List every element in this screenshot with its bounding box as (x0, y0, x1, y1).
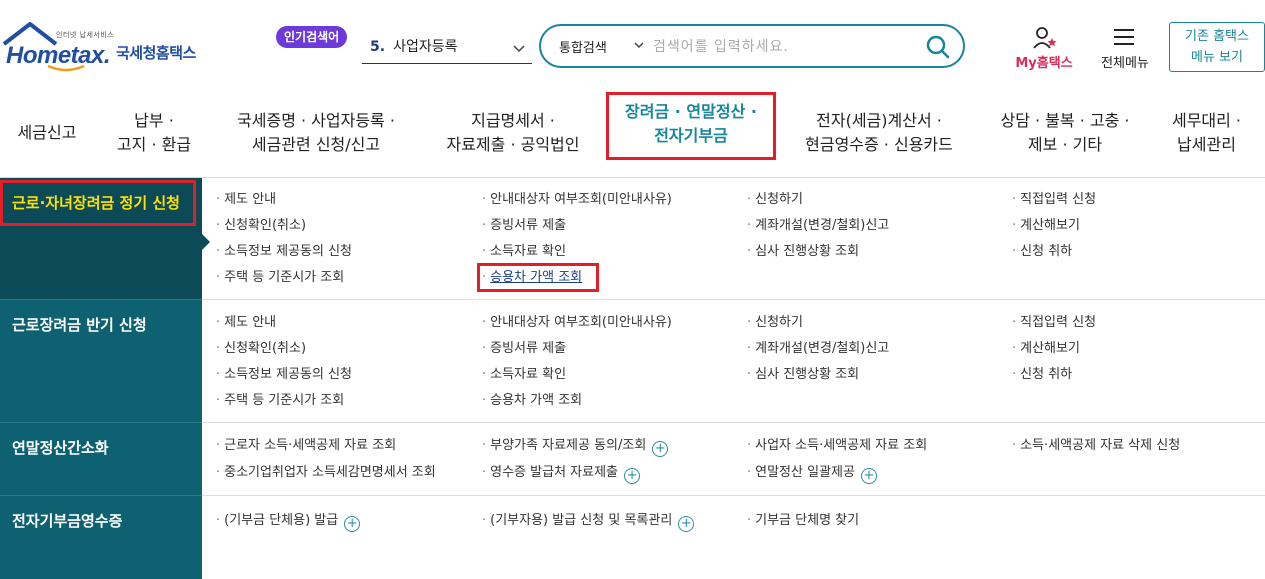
plus-circle-icon[interactable]: + (678, 516, 695, 532)
logo-tagline: 인터넷 납세서비스 (56, 31, 115, 39)
old-hometax-line1: 기존 홈택스 (1185, 29, 1249, 44)
header: 인터넷 납세서비스 Hometax. 국세청홈택스 인기검색어 5. 사업자등록 … (0, 0, 1265, 88)
menu-link[interactable]: · 부양가족 자료제공 동의/조회 + (482, 437, 669, 457)
menu-link[interactable]: · 신청 취하 (1012, 243, 1072, 261)
popular-term: 사업자등록 (393, 39, 458, 55)
plus-circle-icon[interactable]: + (344, 516, 361, 532)
my-hometax-label: My홈택스 (1015, 56, 1073, 71)
menu-link[interactable]: · 소득·세액공제 자료 삭제 신청 (1012, 437, 1180, 455)
gnb-tax-agent[interactable]: 세무대리 · 납세관리 (1148, 88, 1265, 178)
plus-circle-icon[interactable]: + (860, 468, 877, 484)
submenu-sidebar: 근로·자녀장려금 정기 신청 근로장려금 반기 신청 연말정산간소화 전자기부금… (0, 178, 202, 579)
menu-link[interactable]: · 승용차 가액 조회 (482, 392, 582, 410)
menu-link[interactable]: · 근로자 소득·세액공제 자료 조회 (216, 437, 396, 455)
side-item-donation-receipt[interactable]: 전자기부금영수증 (0, 496, 202, 579)
highlight-box (477, 263, 599, 292)
menu-link[interactable]: · 증빙서류 제출 (482, 340, 566, 358)
menu-link[interactable]: · 주택 등 기준시가 조회 (216, 269, 344, 287)
side-item-half-year-incentive[interactable]: 근로장려금 반기 신청 (0, 300, 202, 423)
menu-link[interactable]: · 소득자료 확인 (482, 366, 566, 384)
menu-link[interactable]: · 신청하기 (747, 314, 803, 332)
side-item-label: 연말정산간소화 (12, 439, 109, 457)
menu-link[interactable]: · 직접입력 신청 (1012, 191, 1096, 209)
menu-link[interactable]: · 심사 진행상황 조회 (747, 243, 859, 261)
menu-link[interactable]: · 안내대상자 여부조회(미안내사유) (482, 314, 672, 332)
my-hometax-button[interactable]: My홈택스 (1006, 26, 1082, 71)
chevron-down-icon (513, 45, 525, 53)
menu-link[interactable]: · 영수증 발급처 자료제출 + (482, 464, 641, 484)
plus-circle-icon[interactable]: + (652, 441, 669, 457)
menu-link[interactable]: · 주택 등 기준시가 조회 (216, 392, 344, 410)
menu-link[interactable]: · 심사 진행상황 조회 (747, 366, 859, 384)
side-item-yearend-simplified[interactable]: 연말정산간소화 (0, 423, 202, 496)
gnb-consulting[interactable]: 상담 · 불복 · 고충 · 제보 · 기타 (982, 88, 1148, 178)
hometax-logo[interactable]: 인터넷 납세서비스 Hometax. 국세청홈택스 (0, 20, 215, 72)
popular-search-badge: 인기검색어 (276, 26, 348, 48)
menu-link[interactable]: · 신청 취하 (1012, 366, 1072, 384)
menu-link[interactable]: · 직접입력 신청 (1012, 314, 1096, 332)
logo-swoosh-icon (47, 64, 85, 72)
submenu-content: · 제도 안내 · 안내대상자 여부조회(미안내사유) · 신청하기 · 직접입력 신청… (202, 178, 1265, 579)
menu-link[interactable]: · 소득정보 제공동의 신청 (216, 243, 352, 261)
menu-link[interactable]: · 제도 안내 (216, 191, 276, 209)
search-bar: 통합검색 (539, 24, 965, 68)
all-menu-button[interactable]: 전체메뉴 (1090, 26, 1160, 71)
menu-link[interactable]: · 중소기업취업자 소득세감면명세서 조회 (216, 464, 436, 482)
popular-search-dropdown[interactable]: 5. 사업자등록 (362, 34, 532, 64)
menu-link[interactable]: · 제도 안내 (216, 314, 276, 332)
old-hometax-menu-button[interactable]: 기존 홈택스 메뉴 보기 (1169, 22, 1265, 72)
user-star-icon (1033, 27, 1057, 49)
popular-rank: 5. (370, 39, 386, 55)
menu-link[interactable]: · (기부금 단체용) 발급 + (216, 512, 361, 532)
menu-link[interactable]: · 사업자 소득·세액공제 자료 조회 (747, 437, 927, 455)
menu-group-half-year: · 제도 안내 · 안내대상자 여부조회(미안내사유) · 신청하기 · 직접입력 신청… (202, 300, 1265, 423)
menu-link[interactable]: · 신청하기 (747, 191, 803, 209)
menu-link[interactable]: · (기부자용) 발급 신청 및 목록관리 + (482, 512, 695, 532)
highlight-box (0, 180, 196, 226)
menu-link[interactable]: · 계좌개설(변경/철회)신고 (747, 217, 889, 235)
gnb-certificate[interactable]: 국세증명 · 사업자등록 · 세금관련 신청/신고 (214, 88, 418, 178)
menu-link[interactable]: · 증빙서류 제출 (482, 217, 566, 235)
side-item-label: 근로장려금 반기 신청 (12, 316, 147, 334)
main-navigation: 세금신고 납부 · 고지 · 환급 국세증명 · 사업자등록 · 세금관련 신청… (0, 88, 1265, 178)
search-input[interactable] (653, 35, 913, 59)
highlight-box (606, 92, 776, 160)
gnb-payment-statement[interactable]: 지급명세서 · 자료제출 · 공익법인 (418, 88, 608, 178)
menu-link[interactable]: · 계좌개설(변경/철회)신고 (747, 340, 889, 358)
chevron-down-icon (634, 42, 644, 49)
menu-link[interactable]: · 연말정산 일괄제공 + (747, 464, 877, 484)
menu-link[interactable]: · 신청확인(취소) (216, 217, 306, 235)
menu-link[interactable]: · 신청확인(취소) (216, 340, 306, 358)
menu-link[interactable]: · 소득자료 확인 (482, 243, 566, 261)
search-icon[interactable] (925, 34, 951, 60)
menu-group-yearend: · 근로자 소득·세액공제 자료 조회 · 부양가족 자료제공 동의/조회 + · 사업… (202, 423, 1265, 496)
menu-link[interactable]: · 안내대상자 여부조회(미안내사유) (482, 191, 672, 209)
menu-group-donation: · (기부금 단체용) 발급 + · (기부자용) 발급 신청 및 목록관리 + · 기부… (202, 496, 1265, 579)
plus-circle-icon[interactable]: + (624, 468, 641, 484)
logo-korean-text: 국세청홈택스 (116, 44, 196, 62)
gnb-tax-filing[interactable]: 세금신고 (0, 88, 94, 178)
menu-link[interactable]: · 계산해보기 (1012, 340, 1080, 358)
search-category-select[interactable]: 통합검색 (559, 37, 607, 56)
menu-link[interactable]: · 계산해보기 (1012, 217, 1080, 235)
hamburger-icon (1114, 29, 1134, 45)
all-menu-label: 전체메뉴 (1101, 56, 1149, 71)
gnb-payment[interactable]: 납부 · 고지 · 환급 (94, 88, 214, 178)
menu-link[interactable]: · 소득정보 제공동의 신청 (216, 366, 352, 384)
side-item-regular-incentive[interactable]: 근로·자녀장려금 정기 신청 (0, 178, 202, 300)
menu-group-regular: · 제도 안내 · 안내대상자 여부조회(미안내사유) · 신청하기 · 직접입력 신청… (202, 178, 1265, 300)
side-item-label: 전자기부금영수증 (12, 512, 123, 530)
gnb-e-invoice[interactable]: 전자(세금)계산서 · 현금영수증 · 신용카드 (776, 88, 982, 178)
menu-link[interactable]: · 기부금 단체명 찾기 (747, 512, 859, 530)
old-hometax-line2: 메뉴 보기 (1191, 50, 1243, 65)
